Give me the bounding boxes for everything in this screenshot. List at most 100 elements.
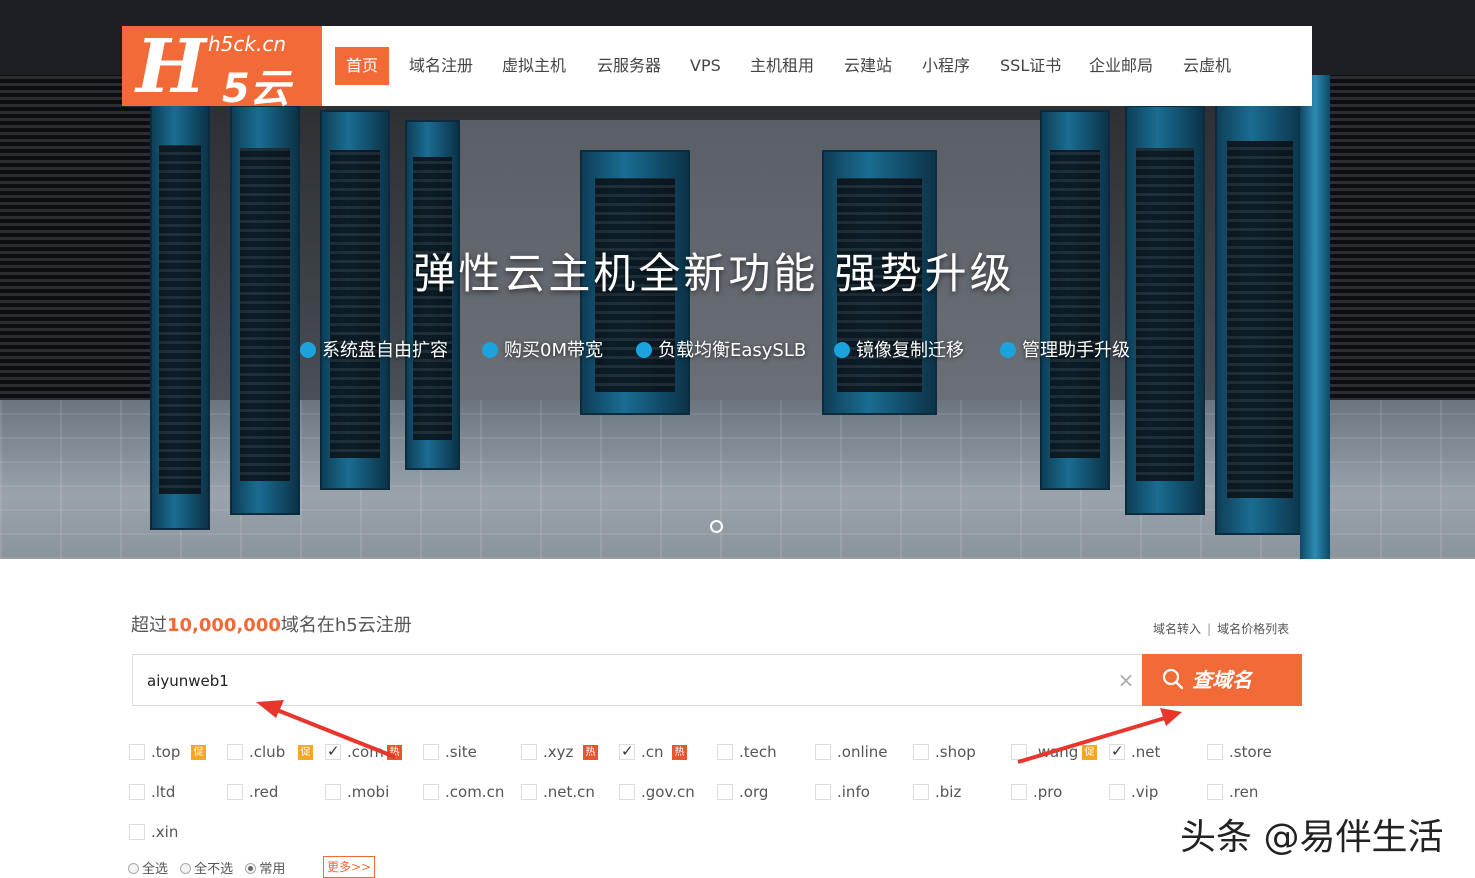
- nav-item-host-rental[interactable]: 主机租用: [750, 47, 814, 85]
- site-logo[interactable]: H h5ck.cn 5云: [122, 24, 322, 112]
- bullet-dot-icon: [482, 342, 498, 358]
- tld-label: .com.cn: [445, 783, 505, 801]
- hot-badge: 热: [387, 745, 402, 760]
- domain-search-box: ×: [132, 654, 1143, 706]
- select-none-radio[interactable]: 全不选: [180, 858, 233, 877]
- tld-label: .vip: [1131, 783, 1159, 801]
- domain-price-list-link[interactable]: 域名价格列表: [1217, 622, 1289, 636]
- search-domain-button[interactable]: 查域名: [1142, 654, 1302, 706]
- checkbox-icon[interactable]: [1109, 784, 1125, 800]
- checkbox-icon[interactable]: [423, 744, 439, 760]
- nav-item-mini-program[interactable]: 小程序: [922, 47, 970, 85]
- watermark: 头条 @易伴生活: [1180, 817, 1444, 858]
- checkbox-checked-icon[interactable]: [1109, 742, 1125, 760]
- carousel-indicator[interactable]: [710, 520, 723, 533]
- nav-item-home[interactable]: 首页: [335, 47, 390, 85]
- nav-item-cloud-site[interactable]: 云建站: [844, 47, 892, 85]
- checkbox-checked-icon[interactable]: [325, 742, 341, 760]
- site-header: H h5ck.cn 5云 首页 域名注册 虚拟主机 云服务器 VPS 主机租用 …: [122, 24, 1312, 112]
- bullet-dot-icon: [300, 342, 316, 358]
- checkbox-icon[interactable]: [1207, 784, 1223, 800]
- checkbox-icon[interactable]: [423, 784, 439, 800]
- nav-item-cloud-vm[interactable]: 云虚机: [1183, 47, 1231, 85]
- bullet-dot-icon: [1000, 342, 1016, 358]
- clear-icon[interactable]: ×: [1116, 670, 1136, 690]
- tld-label: .cn: [641, 743, 664, 761]
- tld-label: .wang: [1033, 743, 1079, 761]
- checkbox-checked-icon[interactable]: [619, 742, 635, 760]
- checkbox-icon[interactable]: [129, 784, 145, 800]
- hero-features: 系统盘自由扩容 购买0M带宽 负载均衡EasySLB 镜像复制迁移 管理助手升级: [296, 336, 1176, 364]
- tld-label: .net.cn: [543, 783, 595, 801]
- hot-badge: 热: [672, 745, 687, 760]
- tld-label: .ren: [1229, 783, 1259, 801]
- tld-label: .xyz: [543, 743, 574, 761]
- tld-label: .top: [151, 743, 181, 761]
- checkbox-icon[interactable]: [521, 744, 537, 760]
- more-tlds-button[interactable]: 更多>>: [323, 856, 375, 878]
- checkbox-icon[interactable]: [129, 744, 145, 760]
- checkbox-icon[interactable]: [815, 784, 831, 800]
- nav-item-cloud-server[interactable]: 云服务器: [597, 47, 661, 85]
- nav-item-enterprise-mail[interactable]: 企业邮局: [1089, 47, 1153, 85]
- checkbox-icon[interactable]: [717, 744, 733, 760]
- feature-item: 购买0M带宽: [482, 336, 603, 362]
- checkbox-icon[interactable]: [913, 744, 929, 760]
- feature-item: 系统盘自由扩容: [300, 336, 448, 362]
- search-icon: [1162, 668, 1184, 690]
- select-all-radio[interactable]: 全选: [128, 858, 168, 877]
- domain-transfer-link[interactable]: 域名转入: [1153, 622, 1201, 636]
- bullet-dot-icon: [636, 342, 652, 358]
- tld-label: .online: [837, 743, 888, 761]
- checkbox-icon[interactable]: [815, 744, 831, 760]
- promo-badge: 促: [191, 745, 206, 760]
- tld-label: .gov.cn: [641, 783, 695, 801]
- checkbox-icon[interactable]: [325, 784, 341, 800]
- radio-icon: [128, 863, 139, 874]
- server-rack-image: [150, 100, 210, 530]
- tld-label: .shop: [935, 743, 976, 761]
- registration-stat: 超过10,000,000域名在h5云注册: [131, 615, 412, 636]
- feature-item: 负载均衡EasySLB: [636, 336, 806, 362]
- radio-icon: [180, 863, 192, 874]
- tld-label: .site: [445, 743, 477, 761]
- nav-item-ssl[interactable]: SSL证书: [1000, 47, 1061, 85]
- checkbox-icon[interactable]: [227, 744, 243, 760]
- hot-badge: 热: [583, 745, 598, 760]
- logo-domain: h5ck.cn: [208, 32, 287, 56]
- promo-badge: 促: [298, 745, 313, 760]
- tld-label: .com: [347, 743, 384, 761]
- logo-letter: H: [136, 24, 206, 110]
- server-rack-image: [1125, 105, 1205, 515]
- checkbox-icon[interactable]: [1011, 744, 1027, 760]
- checkbox-icon[interactable]: [521, 784, 537, 800]
- nav-item-vps[interactable]: VPS: [690, 47, 721, 85]
- pillar-image: [1300, 75, 1330, 559]
- checkbox-icon[interactable]: [619, 784, 635, 800]
- tld-label: .org: [739, 783, 769, 801]
- checkbox-icon[interactable]: [129, 824, 145, 840]
- tld-label: .tech: [739, 743, 777, 761]
- hero-title: 弹性云主机全新功能 强势升级: [413, 249, 1015, 298]
- tld-label: .club: [249, 743, 286, 761]
- domain-search-input[interactable]: [147, 669, 1097, 693]
- registration-count: 10,000,000: [167, 615, 281, 636]
- tld-label: .mobi: [347, 783, 390, 801]
- checkbox-icon[interactable]: [913, 784, 929, 800]
- radio-selected-icon: [245, 863, 257, 874]
- tld-label: .net: [1131, 743, 1161, 761]
- tld-label: .xin: [151, 823, 179, 841]
- tld-label: .ltd: [151, 783, 176, 801]
- bullet-dot-icon: [834, 342, 850, 358]
- checkbox-icon[interactable]: [1207, 744, 1223, 760]
- checkbox-icon[interactable]: [227, 784, 243, 800]
- server-rack-image: [1215, 95, 1305, 535]
- tld-label: .info: [837, 783, 870, 801]
- nav-item-virtual-host[interactable]: 虚拟主机: [502, 47, 566, 85]
- select-common-radio[interactable]: 常用: [245, 858, 285, 877]
- nav-item-domain-registration[interactable]: 域名注册: [409, 47, 473, 85]
- selection-options: 全选 全不选 常用: [128, 858, 293, 877]
- checkbox-icon[interactable]: [717, 784, 733, 800]
- server-rack-image: [230, 105, 300, 515]
- checkbox-icon[interactable]: [1011, 784, 1027, 800]
